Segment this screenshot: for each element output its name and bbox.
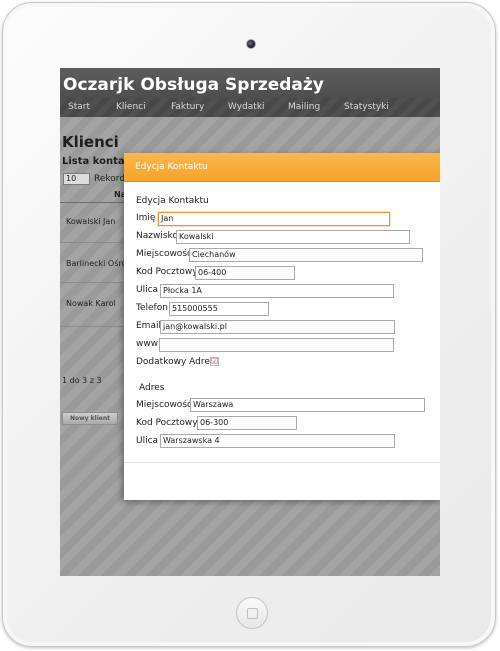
- nav-statystyki[interactable]: Statystyki: [344, 102, 389, 112]
- pagination-info: 1 do 3 z 3: [62, 376, 102, 385]
- screen: Oczarjk Obsługa Sprzedaży Start Klienci …: [60, 68, 440, 576]
- label-adres-ulica: Ulica: [136, 436, 159, 446]
- camera-icon: [246, 39, 256, 49]
- nav-faktury[interactable]: Faktury: [171, 102, 204, 112]
- label-kod-pocztowy: Kod Pocztowy: [136, 267, 198, 277]
- dialog-divider: [124, 462, 440, 463]
- nav-wydatki[interactable]: Wydatki: [228, 102, 265, 112]
- form-section-title: Edycja Kontaktu: [136, 196, 209, 206]
- input-telefon[interactable]: 515000555: [169, 302, 269, 316]
- label-adres-miejscowosc: Miejscowość: [136, 400, 192, 410]
- row-client-name: Barlinecki Ośrod: [66, 259, 132, 268]
- records-per-page-select[interactable]: 10: [63, 173, 90, 185]
- label-email: Email: [136, 321, 161, 331]
- input-miejscowosc[interactable]: Ciechanów: [189, 248, 423, 262]
- input-ulica[interactable]: Płocka 1A: [160, 284, 394, 298]
- input-adres-ulica[interactable]: Warszawska 4: [160, 434, 395, 448]
- dialog-title: Edycja Kontaktu: [135, 162, 208, 172]
- label-miejscowosc: Miejscowość: [136, 249, 192, 259]
- home-button[interactable]: [236, 597, 268, 629]
- input-nazwisko[interactable]: Kowalski: [176, 230, 410, 244]
- app-title: Oczarjk Obsługa Sprzedaży: [63, 75, 324, 95]
- page-title: Klienci: [62, 133, 119, 151]
- label-www: www: [136, 339, 159, 349]
- row-client-name: Nowak Karol: [66, 299, 116, 308]
- nav-klienci[interactable]: Klienci: [116, 102, 146, 112]
- dialog-body: Edycja Kontaktu Imię Jan Nazwisko Kowals…: [124, 182, 440, 462]
- nav-mailing[interactable]: Mailing: [288, 102, 320, 112]
- main-nav: Start Klienci Faktury Wydatki Mailing St…: [60, 98, 440, 117]
- edit-contact-dialog: Edycja Kontaktu Edycja Kontaktu Imię Jan…: [124, 153, 440, 500]
- row-client-name: Kowalski Jan: [66, 217, 116, 226]
- new-client-button[interactable]: Nowy klient: [62, 412, 118, 425]
- label-telefon: Telefon: [136, 303, 168, 313]
- input-adres-kod-pocztowy[interactable]: 06-300: [197, 416, 297, 430]
- input-adres-miejscowosc[interactable]: Warszawa: [190, 398, 425, 412]
- home-square-icon: [247, 608, 258, 619]
- label-dodatkowy-adres: Dodatkowy Adres: [136, 357, 215, 367]
- input-www[interactable]: [159, 338, 394, 352]
- input-kod-pocztowy[interactable]: 06-400: [195, 266, 295, 280]
- dialog-titlebar[interactable]: Edycja Kontaktu: [124, 153, 440, 182]
- label-ulica: Ulica: [136, 285, 159, 295]
- app-header: Oczarjk Obsługa Sprzedaży Start Klienci …: [60, 68, 440, 117]
- address-section-title: Adres: [139, 383, 165, 393]
- input-email[interactable]: jan@kowalski.pl: [160, 320, 395, 334]
- records-label: Rekord: [94, 174, 126, 184]
- label-adres-kod-pocztowy: Kod Pocztowy: [136, 418, 198, 428]
- label-nazwisko: Nazwisko: [136, 231, 178, 241]
- label-imie: Imię: [136, 213, 156, 223]
- extra-address-checkbox[interactable]: ☑: [210, 357, 219, 366]
- nav-start[interactable]: Start: [68, 102, 90, 112]
- input-imie[interactable]: Jan: [158, 212, 390, 226]
